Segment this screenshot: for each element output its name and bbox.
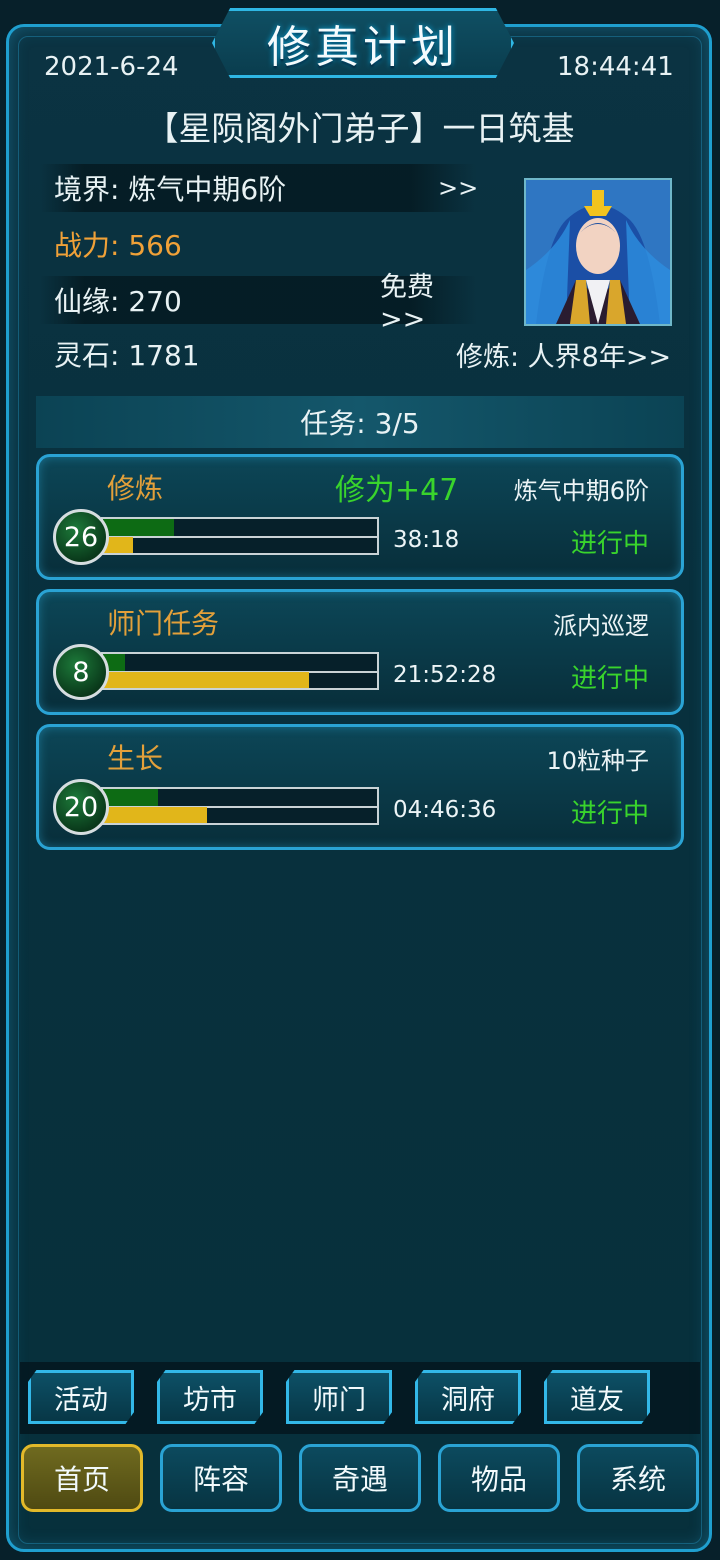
task-status: 进行中 xyxy=(570,664,649,694)
fate-row[interactable]: 仙缘: 270 免费>> xyxy=(40,272,476,335)
task-green-fill xyxy=(103,519,175,537)
task-level-badge: 8 xyxy=(53,644,109,700)
task-progress-bar xyxy=(101,517,379,555)
task-timer: 38:18 xyxy=(393,527,460,553)
task-counter-bar: 任务: 3/5 xyxy=(36,396,684,448)
task-status: 进行中 xyxy=(570,529,649,559)
realm-arrow[interactable]: >> xyxy=(438,174,478,202)
task-name: 修炼 xyxy=(107,472,164,505)
task-timer: 04:46:36 xyxy=(393,797,497,823)
tab-home[interactable]: 首页 xyxy=(21,1444,143,1512)
cultivation-button[interactable]: 修炼: 人界8年>> xyxy=(456,335,671,374)
task-bonus: 修为+47 xyxy=(335,473,459,508)
task-detail: 炼气中期6阶 xyxy=(513,477,649,505)
task-timer: 21:52:28 xyxy=(393,662,497,688)
power-row: 战力: 566 xyxy=(40,220,280,268)
task-detail: 10粒种子 xyxy=(546,747,649,775)
fate-label: 仙缘: 270 xyxy=(54,285,182,318)
power-label: 战力: 566 xyxy=(54,229,182,262)
task-card-cultivation[interactable]: 修炼 修为+47 炼气中期6阶 26 38:18 进行中 xyxy=(36,454,684,580)
task-card-sect-mission[interactable]: 师门任务 派内巡逻 8 21:52:28 进行中 xyxy=(36,589,684,715)
task-level-badge: 20 xyxy=(53,779,109,835)
date-display: 2021-6-24 xyxy=(44,52,179,82)
task-progress-bar xyxy=(101,787,379,825)
task-yellow-fill xyxy=(103,807,208,823)
task-level-badge: 26 xyxy=(53,509,109,565)
title-plate: 修真计划 xyxy=(212,8,514,78)
bar-divider xyxy=(103,536,377,538)
realm-label: 境界: 炼气中期6阶 xyxy=(54,173,287,206)
nav-friends-button[interactable]: 道友 xyxy=(544,1370,650,1424)
tab-system[interactable]: 系统 xyxy=(577,1444,699,1512)
nav-cave-button[interactable]: 洞府 xyxy=(415,1370,521,1424)
player-title: 【星陨阁外门弟子】一日筑基 xyxy=(145,109,575,148)
character-avatar[interactable] xyxy=(524,178,672,326)
task-yellow-fill xyxy=(103,672,309,688)
task-name: 生长 xyxy=(107,742,164,775)
fate-free-button[interactable]: 免费>> xyxy=(380,265,476,335)
task-card-growth[interactable]: 生长 10粒种子 20 04:46:36 进行中 xyxy=(36,724,684,850)
nav-sect-button[interactable]: 师门 xyxy=(286,1370,392,1424)
stones-row: 灵石: 1781 修炼: 人界8年>> xyxy=(40,330,680,378)
task-counter: 任务: 3/5 xyxy=(300,407,420,440)
task-progress-bar xyxy=(101,652,379,690)
avatar-portrait-icon xyxy=(526,180,670,324)
tab-lineup[interactable]: 阵容 xyxy=(160,1444,282,1512)
stones-label: 灵石: 1781 xyxy=(54,339,200,372)
tab-items[interactable]: 物品 xyxy=(438,1444,560,1512)
time-display: 18:44:41 xyxy=(557,52,674,82)
tab-encounter[interactable]: 奇遇 xyxy=(299,1444,421,1512)
task-status: 进行中 xyxy=(570,799,649,829)
nav-market-button[interactable]: 坊市 xyxy=(157,1370,263,1424)
task-name: 师门任务 xyxy=(107,607,220,640)
game-title: 修真计划 xyxy=(267,22,459,73)
task-detail: 派内巡逻 xyxy=(553,612,649,640)
realm-row[interactable]: 境界: 炼气中期6阶 >> xyxy=(40,164,478,212)
task-green-fill xyxy=(103,789,158,807)
nav-activity-button[interactable]: 活动 xyxy=(28,1370,134,1424)
